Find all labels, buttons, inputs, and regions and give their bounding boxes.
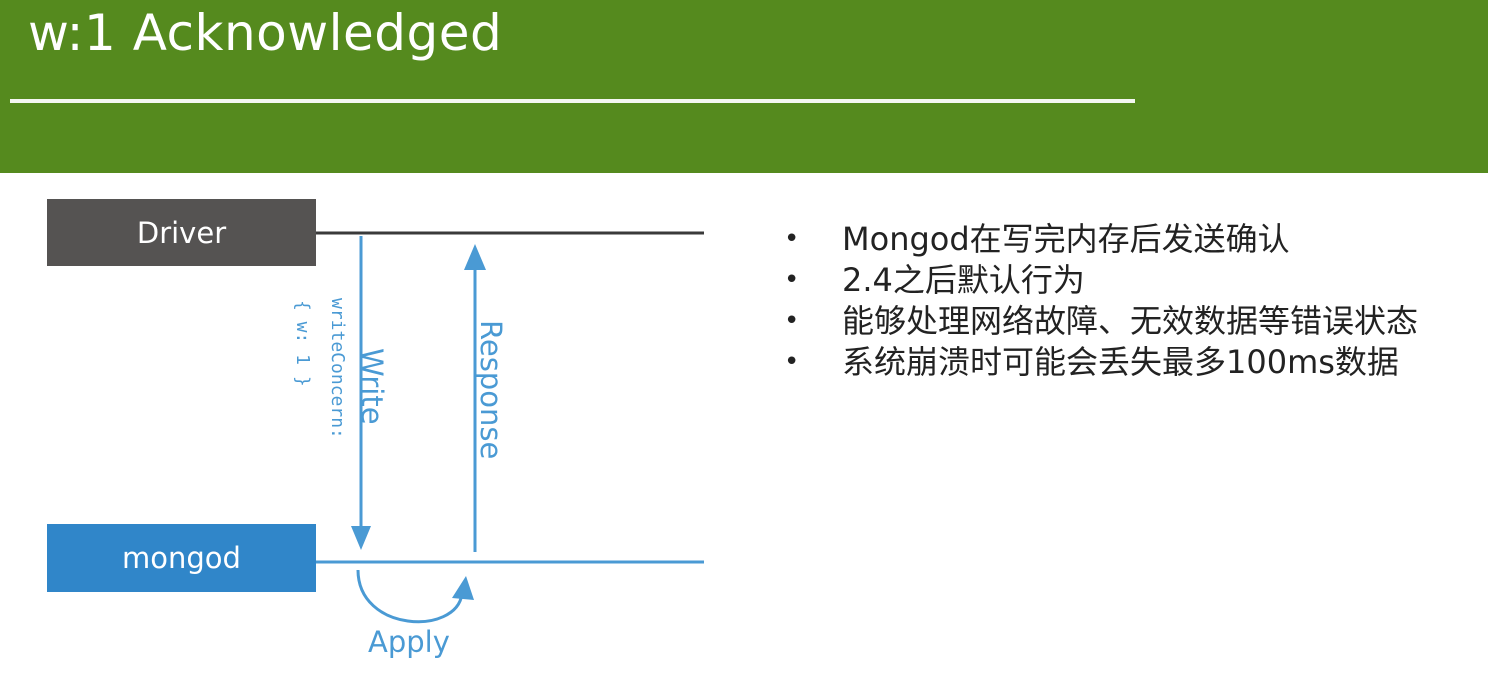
write-concern-value: { w: 1 } bbox=[292, 300, 313, 387]
slide: w:1 Acknowledged Write writeConcern: {w… bbox=[0, 0, 1488, 676]
write-label: Write bbox=[355, 348, 389, 425]
bullet-item: • 系统崩溃时可能会丢失最多100ms数据 bbox=[780, 342, 1480, 383]
bullet-marker: • bbox=[784, 224, 800, 254]
bullet-item: • 能够处理网络故障、无效数据等错误状态 bbox=[780, 301, 1480, 342]
response-label: Response bbox=[474, 320, 508, 459]
apply-arrow bbox=[356, 569, 464, 624]
response-arrowhead bbox=[464, 244, 486, 270]
bullet-list: • Mongod在写完内存后发送确认 • 2.4之后默认行为 • 能够处理网络故… bbox=[780, 219, 1480, 383]
bullet-marker: • bbox=[784, 265, 800, 295]
mongod-box: mongod bbox=[47, 524, 316, 592]
driver-box: Driver bbox=[47, 199, 316, 266]
driver-label: Driver bbox=[136, 215, 227, 250]
bullet-item: • Mongod在写完内存后发送确认 bbox=[780, 219, 1480, 260]
write-concern-diagram: Write writeConcern: { w: 1 } Response Ap… bbox=[0, 0, 760, 676]
mongod-label: mongod bbox=[122, 541, 241, 575]
bullet-marker: • bbox=[784, 306, 800, 336]
write-arrowhead bbox=[351, 526, 371, 550]
bullet-text: Mongod在写完内存后发送确认 bbox=[842, 220, 1290, 258]
apply-label: Apply bbox=[368, 625, 450, 659]
bullet-text: 系统崩溃时可能会丢失最多100ms数据 bbox=[842, 343, 1399, 381]
bullet-text: 2.4之后默认行为 bbox=[842, 261, 1085, 299]
apply-arrowhead bbox=[452, 576, 474, 600]
bullet-marker: • bbox=[784, 347, 800, 377]
write-concern-label: writeConcern: bbox=[327, 298, 348, 439]
bullet-text: 能够处理网络故障、无效数据等错误状态 bbox=[842, 302, 1419, 340]
bullet-item: • 2.4之后默认行为 bbox=[780, 260, 1480, 301]
